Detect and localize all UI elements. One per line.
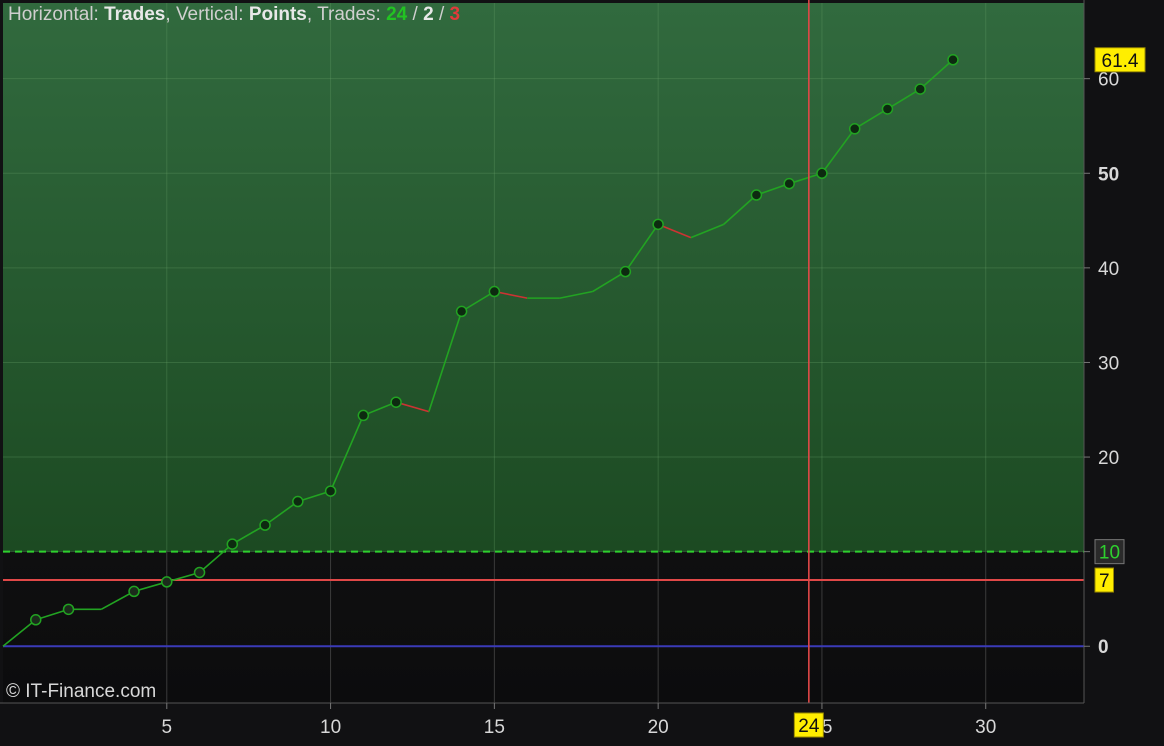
x-tick-label: 30 <box>975 717 996 738</box>
horizontal-label: Horizontal: <box>8 4 99 25</box>
data-point <box>750 189 763 201</box>
trades-loss: 3 <box>449 4 461 25</box>
data-point <box>455 305 468 318</box>
y-tick-label: 20 <box>1098 448 1119 469</box>
x-tick-label: 10 <box>320 717 341 738</box>
x-tick-label: 15 <box>484 717 505 738</box>
x-axis: 51015202530 <box>0 702 1084 738</box>
data-point <box>783 177 795 190</box>
y-axis: 0 10 20 30 40 50 60 <box>1083 0 1119 703</box>
y-tick-label: 30 <box>1098 353 1119 374</box>
data-point <box>193 566 206 579</box>
chart-header: Horizontal: Trades, Vertical: Points, Tr… <box>8 4 460 26</box>
crosshair-x-label: 24 <box>798 716 820 737</box>
data-point <box>324 485 337 497</box>
data-point <box>161 576 173 588</box>
data-point <box>259 519 271 531</box>
vertical-label: Vertical: <box>175 4 244 25</box>
header-separator: , <box>165 4 171 25</box>
y-tick-label: 60 <box>1098 70 1119 91</box>
slash: / <box>438 4 445 25</box>
equity-chart[interactable]: 0102030405060 51015202530 61.410724 <box>0 0 1164 746</box>
data-point <box>128 585 140 598</box>
data-point <box>488 285 501 298</box>
header-separator: , <box>306 4 313 25</box>
copyright-notice: © IT-Finance.com <box>6 681 157 702</box>
chart-window: 0102030405060 51015202530 61.410724 Hori… <box>0 0 1164 746</box>
horizontal-value: Trades <box>104 4 166 25</box>
data-point <box>62 603 75 616</box>
x-tick-label: 20 <box>648 717 669 738</box>
threshold-label: 7 <box>1099 571 1110 592</box>
trades-label: Trades: <box>317 4 381 25</box>
trades-total: 24 <box>386 4 408 25</box>
data-point <box>947 54 959 66</box>
slash: / <box>412 4 418 25</box>
data-point <box>881 103 894 115</box>
data-point <box>292 495 304 508</box>
y-tick-label: 40 <box>1098 259 1119 280</box>
vertical-value: Points <box>248 4 307 25</box>
data-point <box>226 538 239 550</box>
last-value-label: 61.4 <box>1102 51 1139 72</box>
data-point <box>357 409 370 422</box>
data-point <box>390 396 402 408</box>
data-point <box>619 265 632 278</box>
data-point <box>30 614 42 626</box>
data-point <box>816 167 828 180</box>
data-point <box>914 83 926 95</box>
x-tick-label: 5 <box>161 717 172 738</box>
trades-flat: 2 <box>423 4 434 25</box>
y-tick-label: 0 <box>1098 637 1109 658</box>
data-point <box>848 123 861 135</box>
y-tick-label: 50 <box>1098 164 1119 185</box>
target-label: 10 <box>1099 543 1120 564</box>
data-point <box>652 218 664 231</box>
